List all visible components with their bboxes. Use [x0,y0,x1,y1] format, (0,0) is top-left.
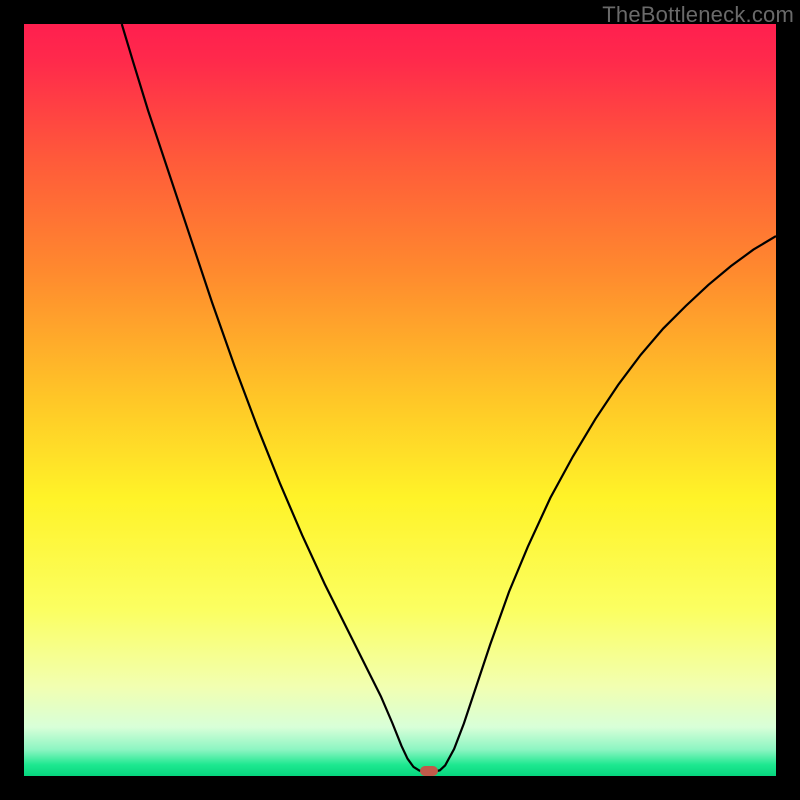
chart-svg [24,24,776,776]
watermark-text: TheBottleneck.com [602,2,794,28]
optimal-point-marker [420,766,438,776]
gradient-background [24,24,776,776]
chart-frame [24,24,776,776]
